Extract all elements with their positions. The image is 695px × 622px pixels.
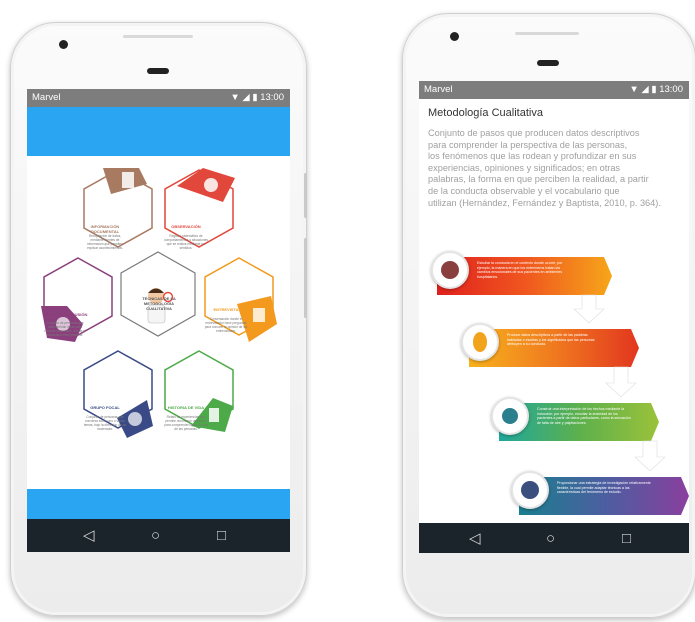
back-icon[interactable]: ◁: [83, 528, 95, 543]
speech-icon: [473, 332, 487, 352]
recent-apps-icon[interactable]: □: [622, 531, 631, 546]
behavior-icon: [441, 261, 459, 279]
hex-desc-informacion: Recopilación de datos, mediante fuentes …: [87, 234, 123, 250]
step-3-text: Construir una interpretación de los hech…: [537, 407, 631, 425]
phone-mockup-right: Marvel ▼ ◢ ▮ 13:00 Metodología Cualitati…: [402, 13, 695, 618]
page-title: Metodología Cualitativa: [428, 107, 543, 119]
hex-desc-grupo-focal: Conjunto de personas que conversa sobre …: [83, 415, 127, 431]
top-line: [123, 35, 193, 38]
arrow-2: [605, 366, 637, 398]
step-1-text: Estudiar la conducta en el contexto dond…: [477, 261, 563, 279]
carrier-label: Marvel: [32, 92, 61, 103]
phone-mockup-left: Marvel ▼ ◢ ▮ 13:00 INFORMACIÓN DOCUMENTA…: [10, 22, 307, 616]
signal-icons: ▼ ◢ ▮: [230, 92, 258, 103]
gears-icon: [502, 408, 518, 424]
back-icon[interactable]: ◁: [469, 531, 481, 546]
magnifier-icon: [204, 178, 218, 192]
home-icon[interactable]: ○: [151, 528, 160, 543]
hex-title-entrevista: ENTREVISTA: [213, 307, 239, 312]
android-nav-bar: ◁ ○ □: [419, 523, 689, 553]
step-4-circle: [511, 471, 549, 509]
earpiece-speaker: [147, 68, 169, 74]
home-icon[interactable]: ○: [546, 531, 555, 546]
android-nav-bar: ◁ ○ □: [27, 519, 290, 552]
screen: Marvel ▼ ◢ ▮ 13:00 Metodología Cualitati…: [419, 81, 689, 553]
hex-title-grupo-focal: GRUPO FOCAL: [90, 405, 120, 410]
step-2-circle: [461, 323, 499, 361]
step-3-circle: [491, 397, 529, 435]
clock: 13:00: [659, 84, 683, 95]
hex-desc-entrevista: Conversación donde el entrevistador hace…: [204, 317, 248, 333]
front-camera: [450, 32, 459, 41]
status-right: ▼ ◢ ▮ 13:00: [629, 84, 683, 95]
group-icon: [128, 412, 142, 426]
hex-title-observacion: OBSERVACIÓN: [171, 224, 201, 229]
arrow-3: [634, 440, 666, 472]
hex-title-informacion: INFORMACIÓN DOCUMENTAL: [90, 224, 120, 234]
center-title: TÉCNICAS DE LA METODOLOGÍA CUALITATIVA: [142, 296, 176, 311]
recent-apps-icon[interactable]: □: [217, 528, 226, 543]
interview-icon: [253, 308, 265, 322]
power-button: [304, 238, 307, 318]
app-footer: [27, 489, 290, 519]
app-header: [27, 107, 290, 156]
status-right: ▼ ◢ ▮ 13:00: [230, 92, 284, 103]
hex-title-historia-vida: HISTORIA DE VIDA: [167, 405, 205, 410]
tablet-icon: [209, 408, 219, 422]
definition-paragraph: Conjunto de pasos que producen datos des…: [428, 128, 661, 208]
hex-desc-grupo-discusion: Conjunto de personas que intercambian id…: [44, 321, 86, 337]
earpiece-speaker: [537, 60, 559, 66]
front-camera: [59, 40, 68, 49]
status-bar: Marvel ▼ ◢ ▮ 13:00: [27, 89, 290, 107]
carrier-label: Marvel: [424, 84, 453, 95]
top-line: [515, 32, 579, 35]
hex-desc-historia-vida: Relato de experiencias que permite recon…: [164, 415, 208, 431]
arrow-1: [573, 294, 605, 324]
status-bar: Marvel ▼ ◢ ▮ 13:00: [419, 81, 689, 99]
step-4-text: Proporcionar una estrategia de investiga…: [557, 481, 651, 495]
clock: 13:00: [260, 92, 284, 103]
document-icon: [122, 172, 134, 188]
signal-icons: ▼ ◢ ▮: [629, 84, 657, 95]
screen: Marvel ▼ ◢ ▮ 13:00 INFORMACIÓN DOCUMENTA…: [27, 89, 290, 552]
step-2-text: Produce datos descriptivos a partir de l…: [507, 333, 595, 347]
strategy-icon: [521, 481, 539, 499]
step-1-circle: [431, 251, 469, 289]
hex-desc-observacion: Registro sistemático de comportamientos …: [164, 234, 208, 250]
volume-button: [304, 173, 307, 218]
hex-title-grupo-discusion: GRUPO DE DISCUSIÓN: [42, 312, 88, 317]
